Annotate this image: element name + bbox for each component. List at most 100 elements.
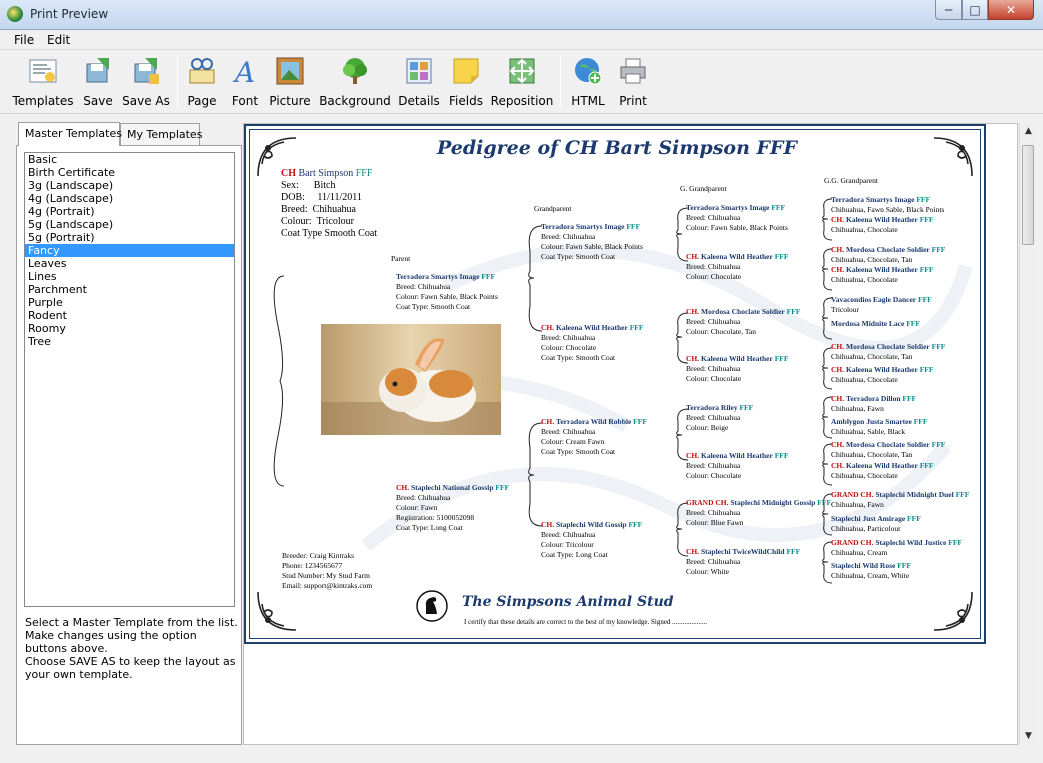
entry-suffix: FFF [931,245,946,254]
pedigree-entry: CH. Terradora Dillon FFF Chihuahua, Fawn [831,394,916,414]
maximize-button[interactable]: □ [962,0,988,20]
list-item[interactable]: 3g (Landscape) [25,179,234,192]
list-item[interactable]: 5g (Landscape) [25,218,234,231]
menu-edit[interactable]: Edit [47,33,70,47]
title-bar: Print Preview ─ □ ✕ [0,0,1043,30]
help-line: Make changes using the option buttons ab… [25,629,197,655]
entry-title: GRAND CH. [831,538,874,547]
pedigree-entry: GRAND CH. Staplechi Midnight Gossip FFF B… [686,498,831,528]
font-button[interactable]: A Font [230,54,260,112]
entry-suffix: FFF [633,417,647,426]
save-icon [81,54,115,88]
background-button[interactable]: Background [319,54,391,112]
list-item[interactable]: 4g (Landscape) [25,192,234,205]
entry-detail: Colour: Fawn Sable, Black Points [686,223,788,232]
picture-button[interactable]: Picture [269,54,311,112]
entry-suffix: FFF [774,451,789,460]
entry-title: CH. [541,417,555,426]
entry-suffix: FFF [774,354,789,363]
save-as-icon [129,54,163,88]
templates-button[interactable]: Templates [13,54,74,112]
entry-title: CH. [686,547,700,556]
html-button[interactable]: HTML [570,54,606,112]
save-button[interactable]: Save [81,54,115,112]
help-line: Select a Master Template from the list. [25,616,238,629]
entry-title: CH. [686,451,700,460]
scroll-down-icon[interactable]: ▼ [1020,728,1037,745]
minimize-button[interactable]: ─ [935,0,962,20]
entry-detail: Colour: Chocolate [541,343,597,352]
entry-detail: Chihuahua, Chocolate, Tan [831,255,913,264]
dog-photo [321,324,501,435]
svg-text:A: A [232,56,255,86]
list-item[interactable]: Birth Certificate [25,166,234,179]
entry-suffix: FFF [919,215,934,224]
entry-title: GRAND CH. [686,498,729,507]
scroll-thumb[interactable] [1022,145,1034,245]
preview-area[interactable]: Pedigree of CH Bart Simpson FFF CH Bart … [243,123,1018,745]
menu-file[interactable]: File [14,33,34,47]
entry-title: GRAND CH. [831,490,874,499]
entry-name: Kaleena Wild Heather [846,265,918,274]
list-item[interactable]: 5g (Portrait) [25,231,234,244]
entry-name: Staplechi Wild Gossip [556,520,627,529]
toolbar-separator [560,56,561,108]
entry-detail: Coat Type: Long Coat [541,550,608,559]
tab-my-templates[interactable]: My Templates [120,123,202,145]
list-item[interactable]: Leaves [25,257,234,270]
vertical-scrollbar[interactable]: ▲ ▼ [1019,123,1036,745]
entry-name: Mordosa Choclate Soldier [846,342,930,351]
entry-name: Terradora Smartys Image [541,222,625,231]
pedigree-entry: GRAND CH. Staplechi Wild Justice FFF Chih… [831,538,962,558]
font-icon: A [228,54,262,88]
menu-bar: File Edit [0,30,1043,50]
picture-label: Picture [269,94,311,108]
list-item[interactable]: Roomy [25,322,234,335]
save-as-button[interactable]: Save As [122,54,170,112]
list-item[interactable]: Parchment [25,283,234,296]
list-item[interactable]: Lines [25,270,234,283]
entry-detail: Breed: Chihuahua [686,317,741,326]
scroll-up-icon[interactable]: ▲ [1020,123,1037,140]
entry-detail: Colour: Fawn Sable, Black Points [541,242,643,251]
print-button[interactable]: Print [617,54,649,112]
list-item[interactable]: Fancy [25,244,234,257]
fields-button[interactable]: Fields [449,54,483,112]
page-button[interactable]: Page [186,54,218,112]
entry-suffix: FFF [948,538,962,547]
entry-detail: Registration: 5100052098 [396,513,475,522]
entry-detail: Breed: Chihuahua [541,232,596,241]
entry-detail: Breed: Chihuahua [541,333,596,342]
entry-suffix: FFF [626,222,641,231]
print-label: Print [619,94,647,108]
breeder-name: Breeder: Craig Kintraks [282,551,355,560]
entry-suffix: FFF [495,483,510,492]
pedigree-entry: CH. Kaleena Wild Heather FFF Chihuahua, C… [831,215,933,235]
details-button[interactable]: Details [398,54,440,112]
reposition-button[interactable]: Reposition [491,54,553,112]
entry-detail: Chihuahua, Chocolate [831,375,898,384]
colour-value: Tricolour [316,216,354,227]
list-item[interactable]: 4g (Portrait) [25,205,234,218]
list-item[interactable]: Rodent [25,309,234,322]
breeder-details: Breeder: Craig Kintraks Phone: 123456567… [282,551,372,591]
pedigree-entry: Staplechi Just Amirage FFF Chihuahua, Par… [831,514,921,534]
dob-label: DOB: [281,192,305,203]
list-item[interactable]: Tree [25,335,234,348]
entry-detail: Breed: Chihuahua [541,530,596,539]
entry-suffix: FFF [918,295,932,304]
tab-master-templates[interactable]: Master Templates [18,122,122,146]
background-icon [338,54,372,88]
entry-name: Kaleena Wild Heather [701,451,773,460]
entry-detail: Chihuahua, Particolour [831,524,901,533]
template-list[interactable]: Basic Birth Certificate 3g (Landscape) 4g (… [24,152,235,607]
list-item[interactable]: Purple [25,296,234,309]
pedigree-entry: CH. Mordosa Choclate Soldier FFF Breed: C… [686,307,800,337]
list-item[interactable]: Basic [25,153,234,166]
entry-detail: Colour: Cream Fawn [541,437,605,446]
entry-name: Kaleena Wild Heather [846,365,918,374]
close-button[interactable]: ✕ [988,0,1034,20]
page-icon [185,54,219,88]
coat-type: Coat Type Smooth Coat [281,228,378,239]
entry-name: Staplechi Wild Justice [875,538,947,547]
